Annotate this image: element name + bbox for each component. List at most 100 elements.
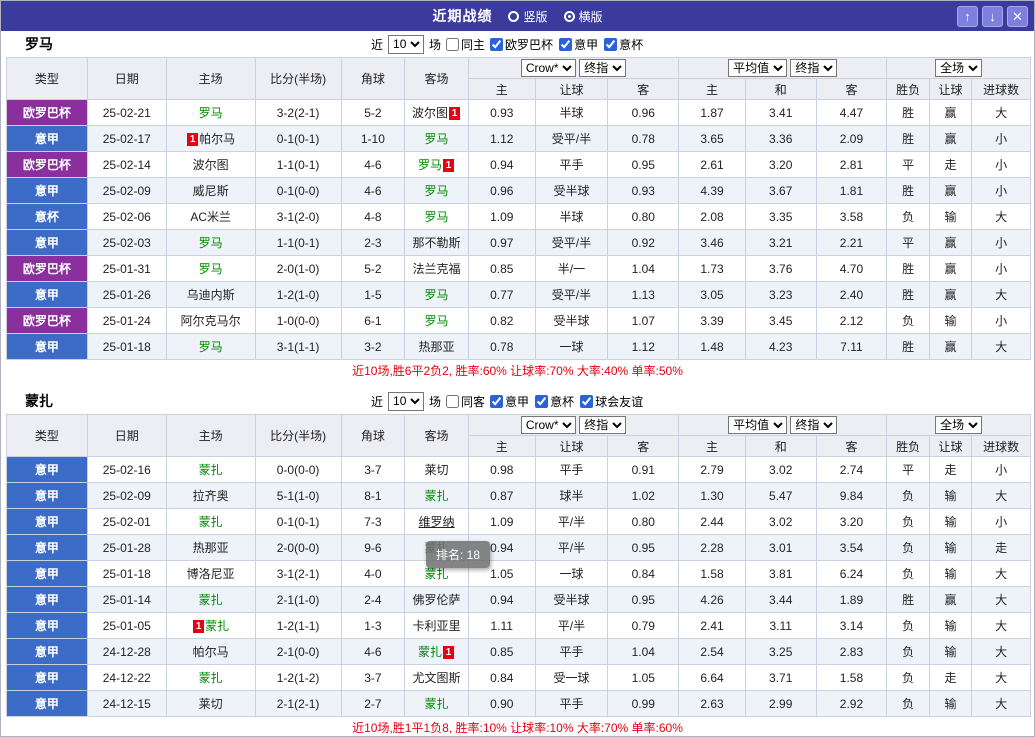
- team-name[interactable]: 蒙扎 1: [418, 645, 455, 659]
- team-name[interactable]: 1 蒙扎: [192, 619, 229, 633]
- league-filter[interactable]: 意甲: [490, 393, 529, 410]
- team-name[interactable]: 波尔图: [193, 158, 229, 172]
- team-name[interactable]: 那不勒斯: [413, 236, 461, 250]
- score-cell[interactable]: 3-1(2-1): [254, 560, 342, 587]
- avg-kind-select[interactable]: 终指: [790, 59, 838, 77]
- team-name[interactable]: 帕尔马: [193, 645, 229, 659]
- team-name[interactable]: 热那亚: [193, 541, 229, 555]
- scope-select[interactable]: 全场: [935, 416, 983, 434]
- team-name[interactable]: 卡利亚里: [413, 619, 461, 633]
- team-name[interactable]: 拉齐奥: [193, 489, 229, 503]
- radio-icon[interactable]: [508, 10, 520, 22]
- team-name[interactable]: 罗马: [425, 184, 449, 198]
- league-filter[interactable]: 欧罗巴杯: [490, 36, 553, 53]
- score-cell[interactable]: 3-1(1-1): [254, 333, 342, 360]
- team-name[interactable]: 蒙扎: [199, 463, 223, 477]
- score-cell[interactable]: 1-1(0-1): [254, 151, 342, 178]
- league-filter-checkbox[interactable]: [535, 394, 549, 408]
- league-filter-label: 意杯: [619, 37, 644, 52]
- team-name[interactable]: 罗马: [425, 132, 449, 146]
- team-name[interactable]: 热那亚: [419, 340, 455, 354]
- league-filter-checkbox[interactable]: [559, 37, 573, 51]
- team-name[interactable]: 蒙扎: [425, 489, 449, 503]
- same-side-filter[interactable]: 同主: [446, 36, 485, 53]
- team-name[interactable]: 莱切: [199, 697, 223, 711]
- score-cell[interactable]: 1-0(0-0): [254, 307, 342, 334]
- league-filter[interactable]: 意杯: [604, 36, 643, 53]
- score-cell[interactable]: 2-0(0-0): [254, 534, 342, 561]
- recent-count-select[interactable]: 10: [388, 34, 425, 54]
- same-side-filter[interactable]: 同客: [446, 393, 485, 410]
- avg-select[interactable]: 平均值: [728, 416, 788, 434]
- team-name[interactable]: 蒙扎: [425, 567, 449, 581]
- odds-company-select[interactable]: Crow*: [520, 416, 576, 434]
- match-row: 意甲 25-02-09 拉齐奥 5-1(1-0) 8-1 蒙扎 0.87 球半 1.02 1.30…: [6, 482, 1031, 509]
- team-name[interactable]: 罗马: [425, 210, 449, 224]
- avg-kind-select[interactable]: 终指: [790, 416, 838, 434]
- move-up-button[interactable]: ↑: [957, 5, 978, 27]
- team-name[interactable]: 波尔图 1: [412, 106, 461, 120]
- score-cell[interactable]: 2-0(1-0): [254, 255, 342, 282]
- score-cell[interactable]: 0-1(0-1): [254, 508, 342, 535]
- team-name[interactable]: 蒙扎: [425, 697, 449, 711]
- recent-count-select[interactable]: 10: [388, 391, 425, 411]
- radio-icon[interactable]: [563, 10, 575, 22]
- score-cell[interactable]: 3-2(2-1): [254, 99, 342, 126]
- team-name[interactable]: 法兰克福: [413, 262, 461, 276]
- scope-select[interactable]: 全场: [935, 59, 983, 77]
- league-filter-checkbox[interactable]: [580, 394, 594, 408]
- score-cell[interactable]: 1-2(1-0): [254, 281, 342, 308]
- league-filter-checkbox[interactable]: [604, 37, 618, 51]
- team-name[interactable]: 蒙扎: [199, 671, 223, 685]
- league-filter-checkbox[interactable]: [490, 394, 504, 408]
- score-cell[interactable]: 5-1(1-0): [254, 482, 342, 509]
- team-name[interactable]: 罗马: [425, 314, 449, 328]
- avg-select[interactable]: 平均值: [728, 59, 788, 77]
- team-name[interactable]: AC米兰: [190, 210, 231, 224]
- score-cell[interactable]: 1-2(1-1): [254, 612, 342, 639]
- league-filter[interactable]: 球会友谊: [580, 393, 643, 410]
- same-side-checkbox[interactable]: [446, 394, 460, 408]
- odds-kind-select[interactable]: 终指: [579, 59, 627, 77]
- team-name[interactable]: 罗马: [425, 288, 449, 302]
- league-filter[interactable]: 意甲: [559, 36, 598, 53]
- team-name[interactable]: 罗马 1: [418, 158, 455, 172]
- layout-radio-horizontal[interactable]: 横版: [563, 8, 603, 25]
- team-name-text: 蒙扎: [418, 645, 443, 659]
- match-date: 24-12-15: [86, 690, 167, 717]
- team-name[interactable]: 罗马: [199, 236, 223, 250]
- team-name[interactable]: 乌迪内斯: [187, 288, 235, 302]
- same-side-checkbox[interactable]: [446, 37, 460, 51]
- team-name[interactable]: 蒙扎: [199, 593, 223, 607]
- team-name[interactable]: 莱切: [425, 463, 449, 477]
- team-name[interactable]: 蒙扎: [199, 515, 223, 529]
- team-name[interactable]: 罗马: [199, 262, 223, 276]
- score-cell[interactable]: 3-1(2-0): [254, 203, 342, 230]
- league-filter[interactable]: 意杯: [535, 393, 574, 410]
- league-filter-checkbox[interactable]: [490, 37, 504, 51]
- move-down-button[interactable]: ↓: [982, 5, 1003, 27]
- team-name[interactable]: 尤文图斯: [413, 671, 461, 685]
- team-name[interactable]: 阿尔克马尔: [181, 314, 241, 328]
- corner-cell: 3-7: [340, 456, 406, 483]
- close-button[interactable]: ✕: [1007, 5, 1028, 27]
- score-cell[interactable]: 1-2(1-2): [254, 664, 342, 691]
- team-name[interactable]: 罗马: [199, 340, 223, 354]
- team-name[interactable]: 佛罗伦萨: [413, 593, 461, 607]
- score-cell[interactable]: 2-1(0-0): [254, 638, 342, 665]
- score-cell[interactable]: 2-1(2-1): [254, 690, 342, 717]
- score-cell[interactable]: 0-1(0-0): [254, 177, 342, 204]
- odds-kind-select[interactable]: 终指: [579, 416, 627, 434]
- score-cell[interactable]: 0-1(0-1): [254, 125, 342, 152]
- result-goals: 小: [971, 508, 1031, 535]
- score-cell[interactable]: 0-0(0-0): [254, 456, 342, 483]
- team-name[interactable]: 罗马: [199, 106, 223, 120]
- team-name[interactable]: 维罗纳: [419, 515, 455, 529]
- team-name[interactable]: 博洛尼亚: [187, 567, 235, 581]
- odds-company-select[interactable]: Crow*: [520, 59, 576, 77]
- layout-radio-vertical[interactable]: 竖版: [508, 8, 548, 25]
- team-name[interactable]: 1 帕尔马: [186, 132, 235, 146]
- score-cell[interactable]: 2-1(1-0): [254, 586, 342, 613]
- team-name[interactable]: 威尼斯: [193, 184, 229, 198]
- score-cell[interactable]: 1-1(0-1): [254, 229, 342, 256]
